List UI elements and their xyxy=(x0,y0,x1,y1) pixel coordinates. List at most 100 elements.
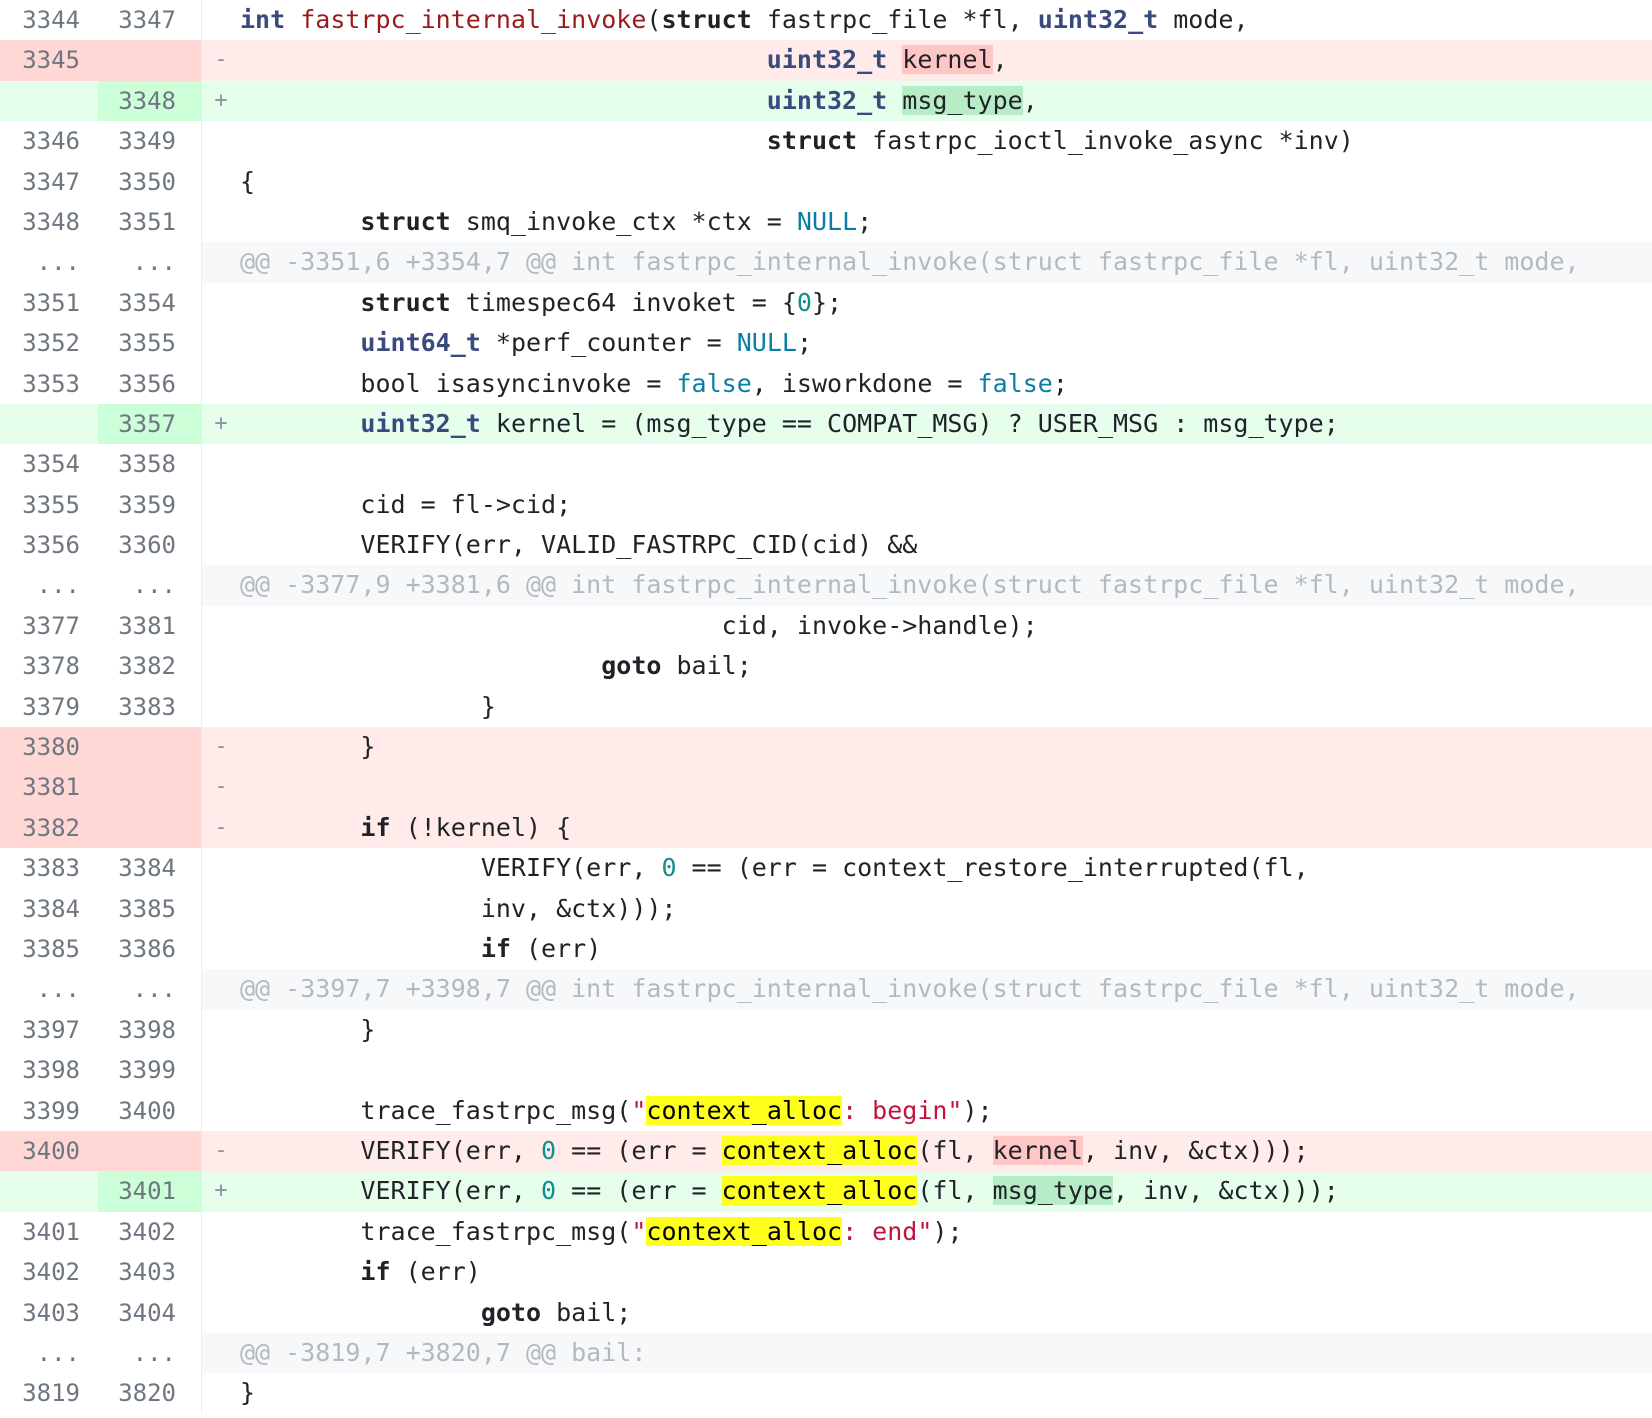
old-line-number[interactable]: 3402 xyxy=(0,1252,98,1292)
line-gutter: 3351 3354 xyxy=(0,282,202,324)
old-line-number[interactable]: 3397 xyxy=(0,1010,98,1050)
diff-marker xyxy=(202,1010,240,1050)
code-text: if (!kernel) { xyxy=(240,808,1652,848)
new-line-number[interactable]: 3360 xyxy=(98,525,196,565)
old-line-number[interactable]: 3381 xyxy=(0,767,98,807)
context-line: 3398 3399 xyxy=(0,1050,1652,1091)
old-line-number[interactable]: 3378 xyxy=(0,646,98,686)
new-line-number[interactable]: 3350 xyxy=(98,162,196,202)
old-line-number[interactable] xyxy=(0,403,98,445)
old-line-number[interactable]: 3348 xyxy=(0,202,98,242)
new-line-number[interactable]: 3385 xyxy=(98,889,196,929)
code-text: struct smq_invoke_ctx *ctx = NULL; xyxy=(240,202,1652,242)
old-line-number[interactable]: 3383 xyxy=(0,848,98,888)
old-line-number[interactable]: 3401 xyxy=(0,1212,98,1252)
old-line-number[interactable]: 3346 xyxy=(0,121,98,161)
hunk-header-row[interactable]: ...... @@ -3397,7 +3398,7 @@ int fastrpc_… xyxy=(0,969,1652,1010)
new-line-number[interactable] xyxy=(98,727,196,767)
new-line-number[interactable] xyxy=(98,1131,196,1171)
old-line-number[interactable]: 3344 xyxy=(0,0,98,40)
old-line-number[interactable]: 3356 xyxy=(0,525,98,565)
hunk-header-row[interactable]: ...... @@ -3819,7 +3820,7 @@ bail: xyxy=(0,1332,1652,1374)
old-line-number[interactable]: 3399 xyxy=(0,1091,98,1131)
old-line-number[interactable]: 3353 xyxy=(0,364,98,404)
new-line-number[interactable]: ... xyxy=(98,969,196,1009)
new-line-number[interactable]: 3399 xyxy=(98,1050,196,1090)
old-line-number[interactable]: 3403 xyxy=(0,1293,98,1333)
diff-marker xyxy=(202,606,240,646)
old-line-number[interactable]: 3351 xyxy=(0,283,98,323)
code-token: int xyxy=(240,5,286,34)
new-line-number[interactable]: 3351 xyxy=(98,202,196,242)
code-token: false xyxy=(676,368,752,398)
code-text: bool isasyncinvoke = false, isworkdone =… xyxy=(240,364,1652,404)
new-line-number[interactable]: ... xyxy=(98,565,196,605)
old-line-number[interactable]: ... xyxy=(0,969,98,1009)
code-token: } xyxy=(240,691,496,721)
old-line-number[interactable]: ... xyxy=(0,1333,98,1373)
code-token: == (err = xyxy=(556,1176,722,1206)
new-line-number[interactable]: 3358 xyxy=(98,444,196,484)
old-line-number[interactable]: 3819 xyxy=(0,1373,98,1413)
diff-marker xyxy=(202,485,240,525)
new-line-number[interactable]: 3381 xyxy=(98,606,196,646)
new-line-number[interactable]: 3383 xyxy=(98,687,196,727)
new-line-number[interactable] xyxy=(98,767,196,807)
old-line-number[interactable]: 3384 xyxy=(0,889,98,929)
old-line-number[interactable]: 3380 xyxy=(0,727,98,767)
code-token: kernel xyxy=(992,1135,1083,1165)
old-line-number[interactable]: 3382 xyxy=(0,808,98,848)
new-line-number[interactable]: 3355 xyxy=(98,323,196,363)
new-line-number[interactable]: 3382 xyxy=(98,646,196,686)
new-line-number[interactable]: ... xyxy=(98,242,196,282)
new-line-number[interactable]: 3347 xyxy=(98,0,196,40)
new-line-number[interactable]: 3401 xyxy=(98,1171,196,1211)
new-line-number[interactable]: ... xyxy=(98,1333,196,1373)
new-line-number[interactable]: 3403 xyxy=(98,1252,196,1292)
old-line-number[interactable]: 3347 xyxy=(0,162,98,202)
hunk-header-row[interactable]: ...... @@ -3351,6 +3354,7 @@ int fastrpc_… xyxy=(0,242,1652,283)
new-line-number[interactable]: 3357 xyxy=(98,404,196,444)
new-line-number[interactable]: 3820 xyxy=(98,1373,196,1413)
old-line-number[interactable]: 3379 xyxy=(0,687,98,727)
new-line-number[interactable]: 3384 xyxy=(98,848,196,888)
new-line-number[interactable] xyxy=(98,40,196,80)
old-line-number[interactable]: 3352 xyxy=(0,323,98,363)
old-line-number[interactable]: 3398 xyxy=(0,1050,98,1090)
old-line-number[interactable]: 3400 xyxy=(0,1131,98,1171)
new-line-number[interactable]: 3354 xyxy=(98,283,196,323)
old-line-number[interactable]: 3354 xyxy=(0,444,98,484)
code-token: == (err = context_restore_interrupted(fl… xyxy=(676,853,1309,883)
line-gutter: 3346 3349 xyxy=(0,121,202,162)
old-line-number[interactable]: 3377 xyxy=(0,606,98,646)
old-line-number[interactable]: ... xyxy=(0,565,98,605)
context-line: 3385 3386 if (err) xyxy=(0,928,1652,970)
line-gutter: 3385 3386 xyxy=(0,928,202,970)
new-line-number[interactable]: 3359 xyxy=(98,485,196,525)
old-line-number[interactable]: 3355 xyxy=(0,485,98,525)
added-line: 3401 + VERIFY(err, 0 == (err = context_al… xyxy=(0,1171,1652,1212)
new-line-number[interactable]: 3404 xyxy=(98,1293,196,1333)
code-token: context_alloc xyxy=(721,1176,918,1206)
new-line-number[interactable] xyxy=(98,808,196,848)
line-gutter: 3402 3403 xyxy=(0,1252,202,1293)
old-line-number[interactable]: ... xyxy=(0,242,98,282)
new-line-number[interactable]: 3356 xyxy=(98,364,196,404)
new-line-number[interactable]: 3398 xyxy=(98,1010,196,1050)
old-line-number[interactable]: 3345 xyxy=(0,40,98,80)
old-line-number[interactable] xyxy=(0,80,98,122)
diff-marker xyxy=(202,1293,240,1333)
old-line-number[interactable]: 3385 xyxy=(0,929,98,969)
hunk-header-row[interactable]: ...... @@ -3377,9 +3381,6 @@ int fastrpc_… xyxy=(0,565,1652,606)
new-line-number[interactable]: 3348 xyxy=(98,81,196,121)
new-line-number[interactable]: 3400 xyxy=(98,1091,196,1131)
new-line-number[interactable]: 3386 xyxy=(98,929,196,969)
new-line-number[interactable]: 3349 xyxy=(98,121,196,161)
line-gutter: 3403 3404 xyxy=(0,1292,202,1333)
new-line-number[interactable]: 3402 xyxy=(98,1212,196,1252)
old-line-number[interactable] xyxy=(0,1171,98,1212)
